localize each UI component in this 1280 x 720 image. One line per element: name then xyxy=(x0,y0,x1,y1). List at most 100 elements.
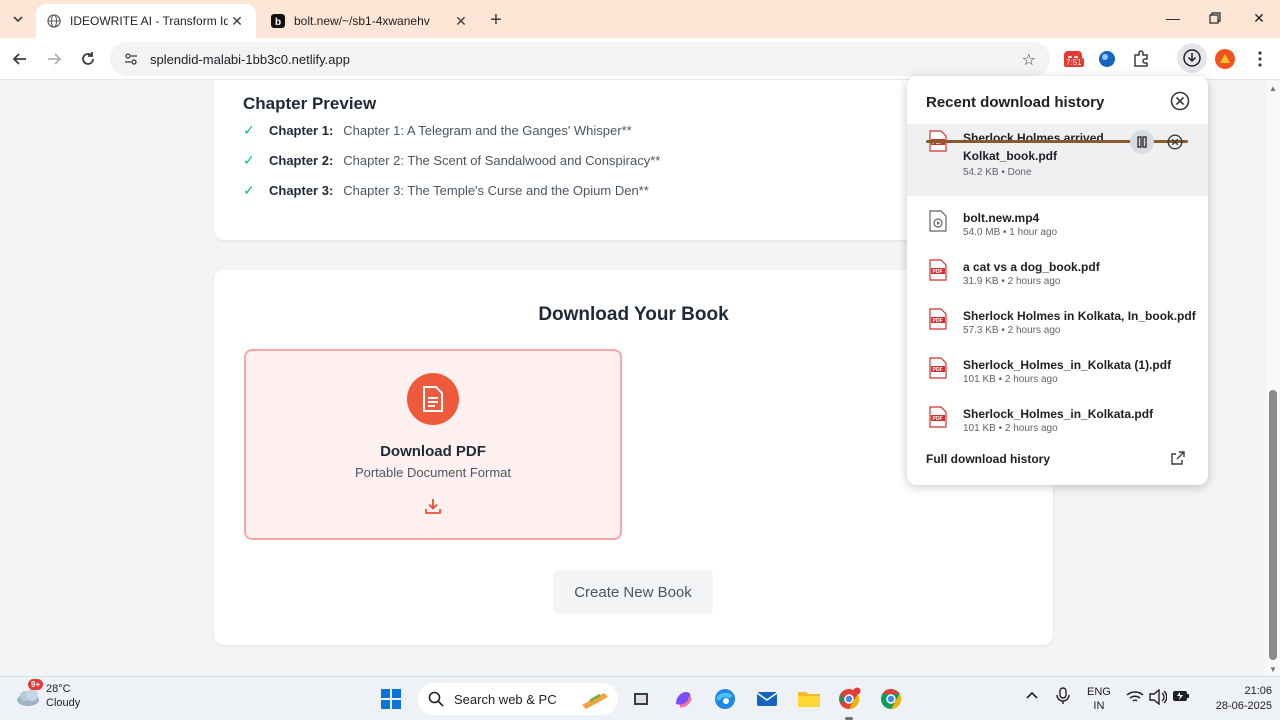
minimize-button[interactable]: — xyxy=(1152,4,1194,32)
weather-desc: Cloudy xyxy=(46,697,81,709)
close-panel-button[interactable] xyxy=(1169,90,1191,112)
search-icon xyxy=(428,691,444,707)
download-arrow-icon xyxy=(423,496,443,516)
address-bar[interactable]: splendid-malabi-1bb3c0.netlify.app ☆ xyxy=(110,42,1050,76)
weather-badge: 9+ xyxy=(28,679,44,690)
forward-button[interactable] xyxy=(40,45,68,73)
chapter-text: Chapter 2: The Scent of Sandalwood and C… xyxy=(343,153,661,168)
language-code: ENG xyxy=(1087,686,1111,698)
copilot-icon[interactable] xyxy=(668,684,698,714)
page-scrollbar[interactable]: ▲ ▼ xyxy=(1266,80,1280,676)
language-indicator[interactable]: ENG IN xyxy=(1087,685,1111,713)
new-tab-button[interactable]: + xyxy=(484,8,508,32)
full-download-history-link[interactable]: Full download history xyxy=(926,452,1050,466)
check-icon: ✓ xyxy=(243,182,255,198)
scroll-up-arrow-icon[interactable]: ▲ xyxy=(1269,84,1277,93)
weather-widget[interactable]: 9+ 28°C Cloudy xyxy=(14,679,81,711)
extension-blue-icon[interactable] xyxy=(1095,47,1119,71)
document-icon xyxy=(407,373,459,425)
download-item[interactable]: PDF Sherlock_Holmes_in_Kolkata.pdf 101 K… xyxy=(907,400,1208,449)
more-menu-icon[interactable] xyxy=(1248,47,1272,71)
chevron-down-icon xyxy=(13,16,23,22)
download-meta: 31.9 KB • 2 hours ago xyxy=(963,276,1061,287)
language-region: IN xyxy=(1093,700,1105,712)
wifi-icon[interactable] xyxy=(1126,690,1144,707)
chrome-icon[interactable] xyxy=(876,684,906,714)
download-filename: bolt.new.mp4 xyxy=(963,211,1040,225)
download-icon xyxy=(1183,49,1201,67)
reload-icon xyxy=(82,52,94,65)
pdf-option-subtitle: Portable Document Format xyxy=(354,465,512,480)
downloads-button[interactable] xyxy=(1177,43,1207,73)
svg-text:PDF: PDF xyxy=(933,269,943,275)
maximize-button[interactable] xyxy=(1194,4,1236,32)
pdf-file-icon: PDF xyxy=(929,259,947,281)
svg-text:PDF: PDF xyxy=(933,416,943,422)
tab-ideowrite[interactable]: IDEOWRITE AI - Transform Idea ✕ xyxy=(36,4,256,38)
volume-icon[interactable] xyxy=(1149,688,1168,708)
download-item[interactable]: PDF Sherlock_Holmes_in_Kolkata (1).pdf 1… xyxy=(907,351,1208,400)
chapter-text: Chapter 3: The Temple's Curse and the Op… xyxy=(343,183,649,198)
close-icon[interactable]: ✕ xyxy=(228,12,246,30)
tab-strip: IDEOWRITE AI - Transform Idea ✕ b bolt.n… xyxy=(0,0,1280,38)
extensions-puzzle-icon[interactable] xyxy=(1129,47,1153,71)
chapter-item: ✓ Chapter 3: Chapter 3: The Temple's Cur… xyxy=(243,182,649,199)
extension-badge: 7:51 xyxy=(1064,58,1084,67)
tab-title: IDEOWRITE AI - Transform Idea xyxy=(70,14,228,28)
edge-browser-icon[interactable] xyxy=(710,684,740,714)
check-icon: ✓ xyxy=(243,152,255,168)
taskbar: 9+ 28°C Cloudy Search web & PC ENG IN 21… xyxy=(0,676,1280,720)
download-item[interactable]: PDF Sherlock Holmes arrived Kolkat_book.… xyxy=(907,124,1208,196)
svg-text:PDF: PDF xyxy=(933,367,943,373)
weather-temp: 28°C xyxy=(46,683,71,695)
download-item[interactable]: bolt.new.mp4 54.0 MB • 1 hour ago xyxy=(907,204,1208,253)
chapter-label: Chapter 2: xyxy=(269,153,334,168)
url-text: splendid-malabi-1bb3c0.netlify.app xyxy=(150,51,350,67)
close-icon[interactable]: ✕ xyxy=(452,12,470,30)
battery-icon[interactable] xyxy=(1172,690,1190,705)
task-view-icon[interactable] xyxy=(626,684,656,714)
preview-title: Chapter Preview xyxy=(243,94,377,113)
download-meta: 54.2 KB • Done xyxy=(963,167,1032,178)
show-hidden-icons-button[interactable] xyxy=(1026,690,1038,702)
scrollbar-thumb[interactable] xyxy=(1269,390,1277,660)
download-item[interactable]: PDF a cat vs a dog_book.pdf 31.9 KB • 2 … xyxy=(907,253,1208,302)
video-file-icon xyxy=(929,210,947,232)
back-button[interactable] xyxy=(6,45,34,73)
windows-logo-icon xyxy=(381,689,401,709)
mail-icon[interactable] xyxy=(752,684,782,714)
reload-button[interactable] xyxy=(74,45,102,73)
file-explorer-icon[interactable] xyxy=(794,684,824,714)
svg-text:b: b xyxy=(275,17,281,28)
chevron-up-icon xyxy=(1026,691,1038,699)
pdf-file-icon: PDF xyxy=(929,308,947,330)
chapter-label: Chapter 1: xyxy=(269,123,334,138)
open-external-icon[interactable] xyxy=(1170,450,1186,466)
cloud-icon: 9+ xyxy=(14,679,44,711)
start-button[interactable] xyxy=(376,684,406,714)
close-circle-icon xyxy=(1167,134,1183,150)
site-settings-icon[interactable] xyxy=(122,50,140,68)
download-item[interactable]: PDF Sherlock Holmes in Kolkata, In_book.… xyxy=(907,302,1208,351)
chrome-profile-taskbar-icon[interactable] xyxy=(834,684,864,714)
profile-avatar[interactable] xyxy=(1213,47,1237,71)
microphone-icon[interactable] xyxy=(1056,687,1070,708)
create-new-book-button[interactable]: Create New Book xyxy=(553,570,713,614)
scroll-down-arrow-icon[interactable]: ▼ xyxy=(1269,665,1277,674)
svg-text:PDF: PDF xyxy=(933,318,943,324)
close-window-button[interactable]: ✕ xyxy=(1238,4,1280,32)
pause-button[interactable] xyxy=(1130,130,1154,154)
download-meta: 54.0 MB • 1 hour ago xyxy=(963,227,1058,238)
arrow-right-icon xyxy=(48,53,62,65)
cancel-download-button[interactable] xyxy=(1165,132,1185,152)
download-filename: Sherlock_Holmes_in_Kolkata (1).pdf xyxy=(963,358,1172,372)
clock-date: 28-06-2025 xyxy=(1215,700,1272,712)
tab-bolt[interactable]: b bolt.new/~/sb1-4xwanehv ✕ xyxy=(260,4,480,38)
bookmark-star-icon[interactable]: ☆ xyxy=(1022,50,1036,70)
download-pdf-option[interactable]: Download PDF Portable Document Format xyxy=(244,349,622,540)
system-clock[interactable]: 21:06 28-06-2025 xyxy=(1192,684,1272,714)
pdf-option-title: Download PDF xyxy=(380,443,486,460)
close-circle-icon xyxy=(1170,91,1190,111)
tab-search-button[interactable] xyxy=(6,7,30,31)
browser-toolbar: splendid-malabi-1bb3c0.netlify.app ☆ xyxy=(0,38,1280,80)
